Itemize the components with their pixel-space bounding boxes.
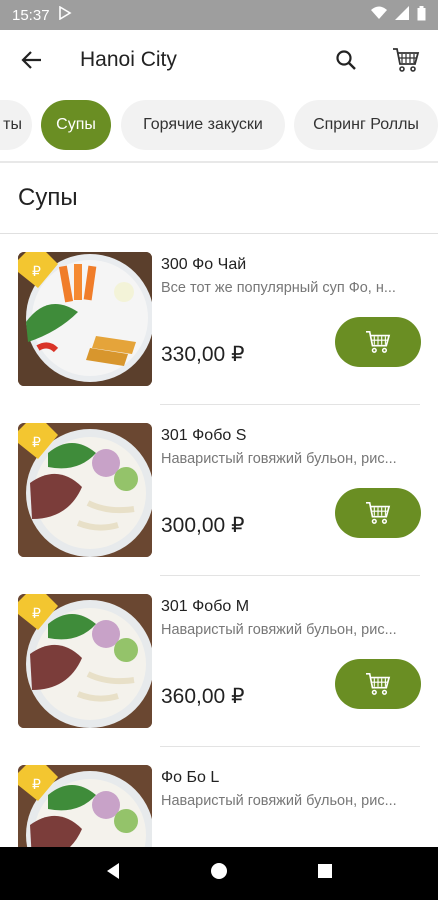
nav-home-button[interactable] <box>210 862 228 885</box>
cart-icon <box>393 48 420 72</box>
tab-label: Супы <box>56 116 96 133</box>
category-tabs: ты Супы Горячие закуски Спринг Роллы <box>0 100 438 152</box>
tab-spring-rolls[interactable]: Спринг Роллы <box>294 100 438 150</box>
cart-button[interactable] <box>384 40 428 80</box>
svg-text:₽: ₽ <box>32 776 41 792</box>
item-description: Наваристый говяжий бульон, рис... <box>161 451 397 467</box>
tab-label: Горячие закуски <box>143 116 263 133</box>
list-item[interactable]: ₽ 301 Фобо М Наваристый говяжий бульон, … <box>0 576 438 747</box>
tab-category-0[interactable]: ты <box>0 100 32 150</box>
item-price: 330,00 ₽ <box>161 343 245 366</box>
signal-icon <box>395 6 409 24</box>
tab-label: ты <box>3 116 22 133</box>
arrow-back-icon <box>21 51 41 69</box>
discount-tag-icon: ₽ <box>18 423 58 459</box>
add-to-cart-button[interactable] <box>335 317 421 367</box>
circle-home-icon <box>210 863 227 879</box>
item-description: Наваристый говяжий бульон, рис... <box>161 622 397 638</box>
tab-label: Спринг Роллы <box>313 116 419 133</box>
item-name: 300 Фо Чай <box>161 256 247 273</box>
nav-back-button[interactable] <box>105 862 121 885</box>
divider <box>0 161 438 163</box>
search-button[interactable] <box>326 40 366 80</box>
svg-text:₽: ₽ <box>32 605 41 621</box>
item-name: 301 Фобо М <box>161 598 250 615</box>
svg-text:₽: ₽ <box>32 263 41 279</box>
dish-image: ₽ <box>18 765 152 847</box>
app-bar: Hanoi City <box>0 30 438 90</box>
wifi-icon <box>371 6 387 24</box>
battery-icon <box>417 5 426 25</box>
page-title: Hanoi City <box>80 48 177 71</box>
add-to-cart-button[interactable] <box>335 659 421 709</box>
dish-image: ₽ <box>18 594 152 728</box>
item-description: Все тот же популярный суп Фо, н... <box>161 280 396 296</box>
play-store-icon <box>58 5 72 24</box>
dish-image: ₽ <box>18 423 152 557</box>
status-bar: 15:37 <box>0 0 438 30</box>
cart-icon <box>366 331 391 353</box>
section-title: Супы <box>18 184 78 211</box>
svg-text:₽: ₽ <box>32 434 41 450</box>
cart-icon <box>366 673 391 695</box>
item-name: 301 Фобо S <box>161 427 247 444</box>
item-name: Фо Бо L <box>161 769 220 786</box>
cart-icon <box>366 502 391 524</box>
item-price: 300,00 ₽ <box>161 514 245 537</box>
item-price: 360,00 ₽ <box>161 685 245 708</box>
add-to-cart-button[interactable] <box>335 488 421 538</box>
tab-hot-appetizers[interactable]: Горячие закуски <box>121 100 285 150</box>
tab-soups[interactable]: Супы <box>41 100 111 150</box>
status-time: 15:37 <box>12 6 50 24</box>
discount-tag-icon: ₽ <box>18 594 58 630</box>
triangle-back-icon <box>106 863 119 879</box>
square-recents-icon <box>318 864 333 878</box>
item-description: Наваристый говяжий бульон, рис... <box>161 793 397 809</box>
dish-image: ₽ <box>18 252 152 386</box>
list-item[interactable]: ₽ 300 Фо Чай Все тот же популярный суп Ф… <box>0 234 438 405</box>
system-nav-bar <box>0 847 438 900</box>
list-item[interactable]: ₽ 301 Фобо S Наваристый говяжий бульон, … <box>0 405 438 576</box>
nav-recents-button[interactable] <box>317 863 333 884</box>
search-icon <box>336 50 356 70</box>
discount-tag-icon: ₽ <box>18 765 58 801</box>
back-button[interactable] <box>0 30 64 90</box>
discount-tag-icon: ₽ <box>18 252 58 288</box>
list-item[interactable]: ₽ Фо Бо L Наваристый говяжий бульон, рис… <box>0 747 438 847</box>
